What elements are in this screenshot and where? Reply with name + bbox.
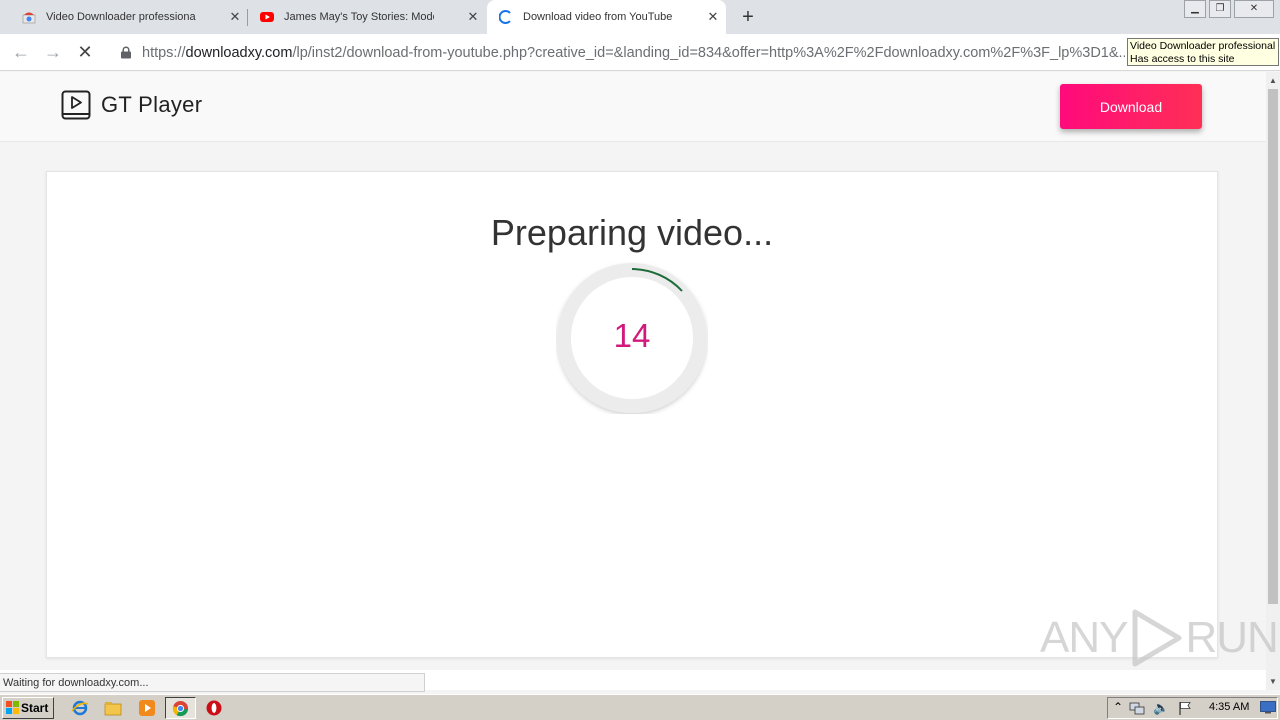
page-viewport: GT Player Download Preparing video... 14 (0, 72, 1266, 670)
site-header: GT Player Download (0, 72, 1266, 142)
media-player-icon[interactable] (138, 699, 156, 717)
scrollbar-thumb[interactable] (1268, 89, 1278, 604)
taskbar: Start ⌃ 🔈 4:35 AM (0, 694, 1280, 720)
close-tab-icon[interactable]: ✕ (228, 10, 242, 24)
close-window-icon[interactable]: ✕ (1234, 0, 1274, 18)
forward-icon[interactable]: → (42, 41, 64, 63)
url-host: downloadxy.com (185, 44, 293, 61)
tray-expand-icon[interactable]: ⌃ (1113, 700, 1123, 714)
close-tab-icon[interactable]: ✕ (706, 10, 720, 24)
tooltip-line: Video Downloader professional (1130, 40, 1276, 52)
new-tab-button[interactable]: + (737, 6, 759, 28)
url-path: /lp/inst2/download-from-youtube.php?crea… (292, 44, 1125, 61)
tab-strip: Video Downloader professional - Chr ✕ Ja… (0, 0, 1280, 34)
watermark-text: RUN (1185, 613, 1278, 662)
youtube-icon (260, 12, 274, 22)
network-icon[interactable] (1129, 701, 1145, 716)
extension-tooltip: Video Downloader professional Has access… (1127, 38, 1279, 66)
lock-icon (121, 46, 131, 59)
close-tab-icon[interactable]: ✕ (466, 10, 480, 24)
page-title: Preparing video... (490, 212, 774, 253)
chrome-taskbar-button[interactable] (165, 697, 196, 719)
start-button[interactable]: Start (2, 697, 54, 719)
scroll-up-icon[interactable]: ▲ (1266, 74, 1280, 88)
system-tray: ⌃ 🔈 (1107, 697, 1278, 719)
play-icon (61, 90, 91, 120)
file-explorer-icon[interactable] (104, 699, 122, 717)
tab-title: Download video from YouTube with G (523, 11, 673, 23)
anyrun-watermark: ANY RUN (1040, 608, 1279, 668)
clock[interactable]: 4:35 AM (1209, 701, 1249, 713)
action-center-flag-icon[interactable] (1178, 701, 1192, 716)
watermark-text: ANY (1040, 613, 1128, 662)
internet-explorer-icon[interactable] (71, 699, 89, 717)
stop-loading-icon[interactable]: ✕ (74, 41, 96, 63)
show-desktop-icon[interactable] (1260, 701, 1276, 714)
tab-james-may[interactable]: James May's Toy Stories: Model AIRF ✕ (248, 0, 486, 34)
download-button[interactable]: Download (1060, 84, 1202, 129)
browser-toolbar: ← → ✕ https://downloadxy.com/lp/inst2/do… (0, 34, 1280, 71)
countdown-number: 14 (613, 317, 651, 354)
loading-spinner-icon (499, 10, 511, 24)
site-logo[interactable]: GT Player (61, 90, 202, 120)
url-scheme: https:// (142, 44, 186, 61)
preparing-card: Preparing video... 14 (46, 171, 1218, 658)
status-bubble: Waiting for downloadxy.com... (0, 673, 425, 692)
back-icon[interactable]: ← (10, 41, 32, 63)
tab-title: Video Downloader professional - Chr (46, 11, 196, 23)
vertical-scrollbar[interactable]: ▲ ▼ (1266, 72, 1280, 690)
tab-download-video[interactable]: Download video from YouTube with G ✕ (487, 0, 726, 34)
windows-logo-icon (6, 701, 19, 714)
volume-icon[interactable]: 🔈 (1153, 700, 1169, 716)
address-bar[interactable]: https://downloadxy.com/lp/inst2/download… (110, 38, 1125, 67)
restore-icon[interactable]: ❐ (1209, 0, 1231, 18)
chrome-icon (172, 700, 189, 717)
tooltip-line: Has access to this site (1130, 52, 1235, 65)
minimize-icon[interactable]: ▁ (1184, 0, 1206, 18)
scroll-down-icon[interactable]: ▼ (1266, 675, 1280, 689)
opera-icon[interactable] (205, 699, 223, 717)
chrome-webstore-icon (22, 12, 36, 24)
start-label: Start (21, 701, 49, 715)
tab-title: James May's Toy Stories: Model AIRF (284, 11, 434, 23)
logo-text: GT Player (101, 92, 203, 117)
tab-video-downloader[interactable]: Video Downloader professional - Chr ✕ (8, 0, 248, 34)
play-logo-icon (1132, 609, 1182, 667)
